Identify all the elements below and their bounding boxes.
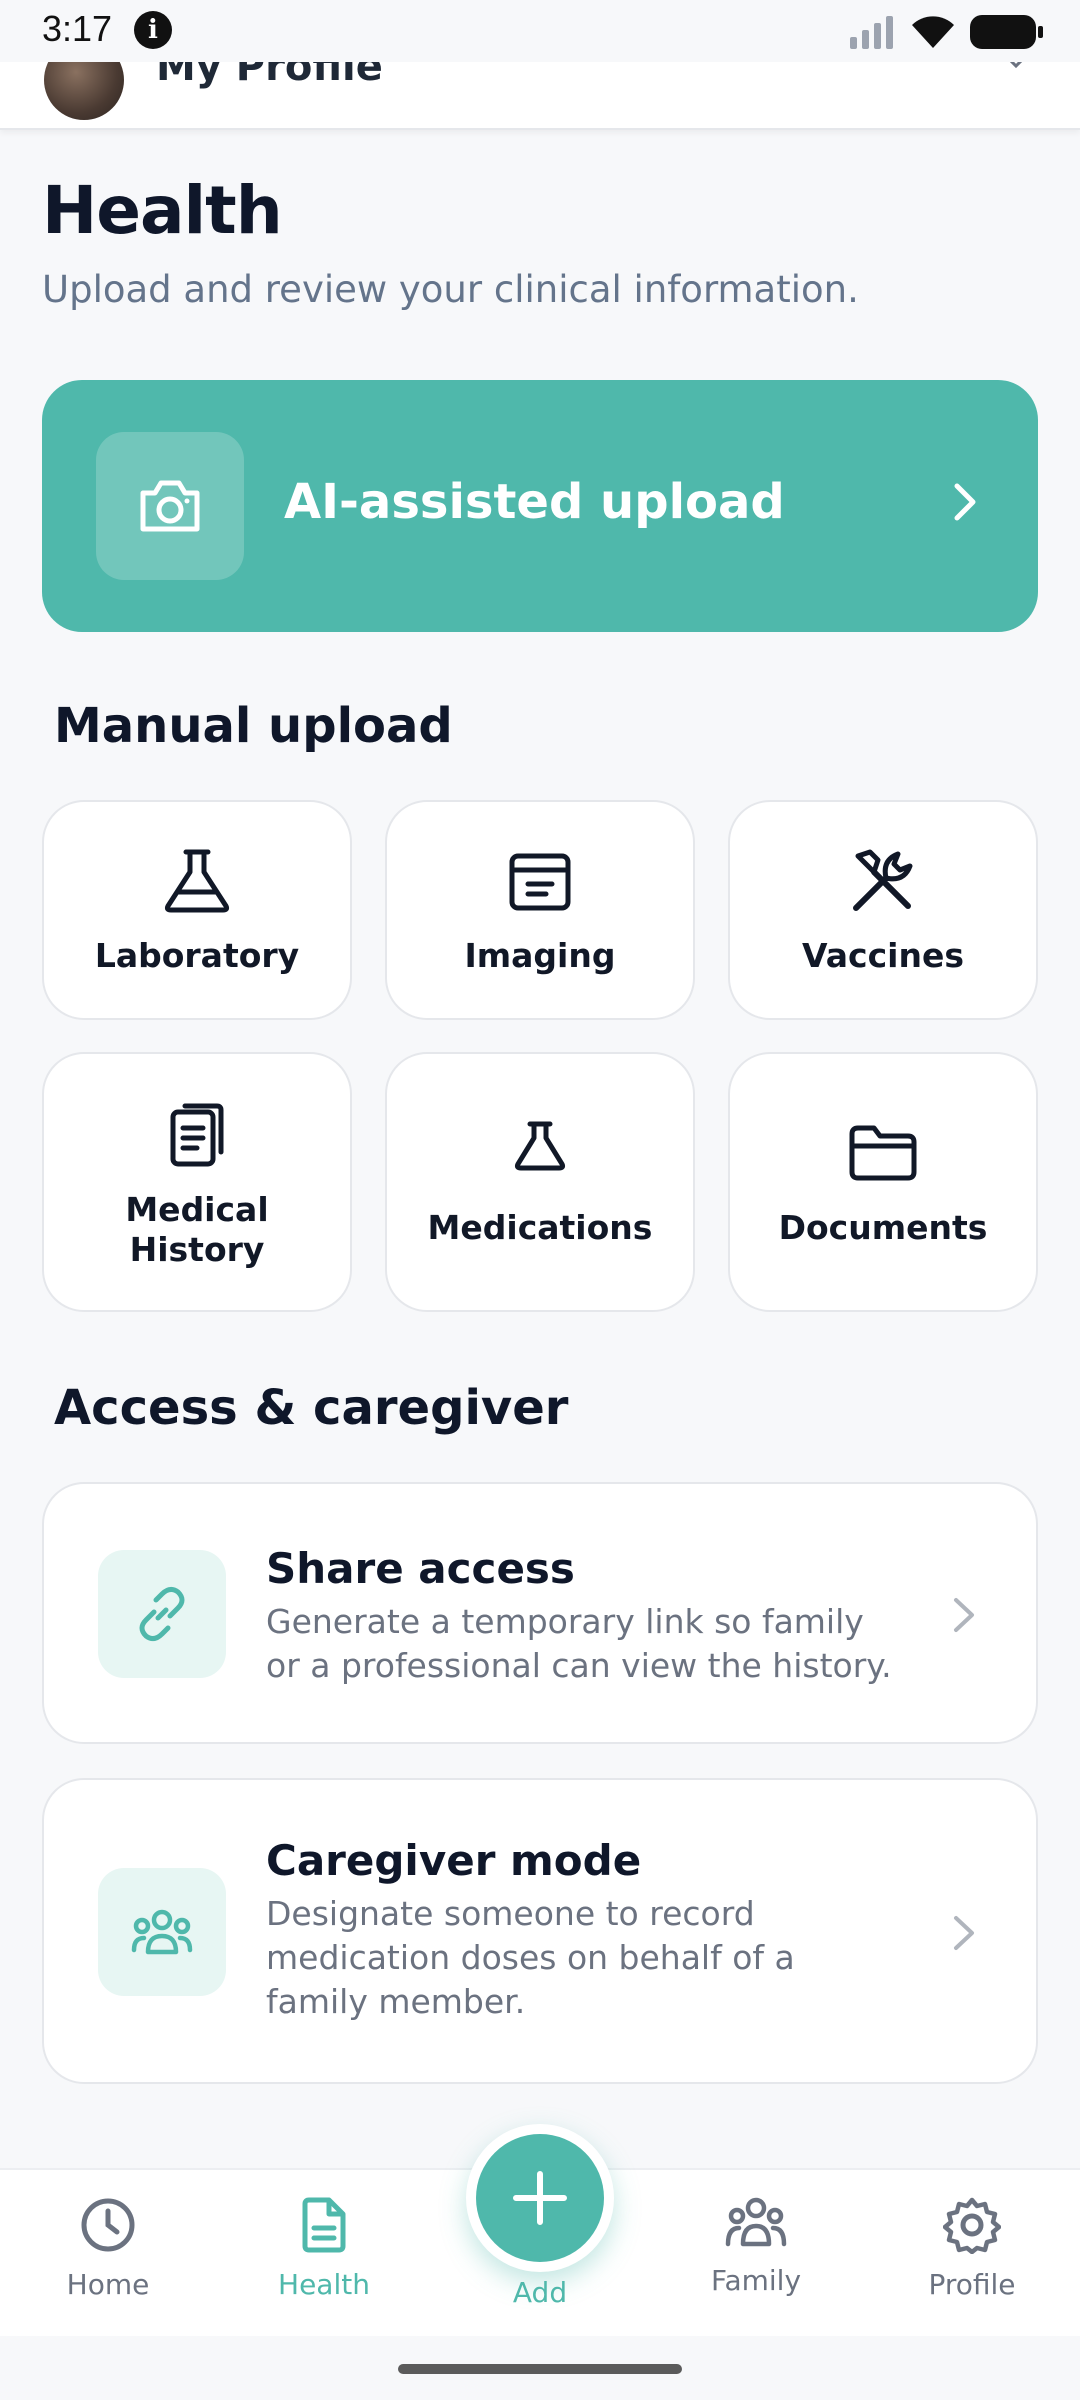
status-bar: 3:17 i [0,0,1080,62]
share-access-icon-box [98,1550,226,1678]
group-icon [131,1909,193,1955]
imaging-tile[interactable]: Imaging [385,800,695,1020]
flask-icon [164,849,230,913]
medical-history-label: Medical History [44,1190,350,1270]
nav-home[interactable]: Home [28,2196,188,2301]
add-button[interactable] [466,2124,614,2272]
nav-health-label: Health [278,2268,370,2301]
chevron-right-icon [954,483,976,521]
nav-home-label: Home [66,2268,150,2301]
nav-family-label: Family [710,2264,802,2297]
laboratory-tile[interactable]: Laboratory [42,800,352,1020]
camera-icon [140,480,200,532]
vaccines-tile[interactable]: Vaccines [728,800,1038,1020]
page-title: Health [42,172,283,249]
caregiver-mode-button[interactable]: Caregiver mode Designate someone to reco… [42,1778,1038,2084]
status-icons [848,12,1044,52]
medications-label: Medications [427,1208,653,1247]
battery-icon [970,15,1043,49]
profile-name: My Profile [156,62,383,90]
document-icon [302,2197,346,2253]
ai-upload-icon-box [96,432,244,580]
profile-header[interactable]: My Profile [0,62,1080,130]
ai-upload-button[interactable]: AI-assisted upload [42,380,1038,632]
documents-label: Documents [778,1208,988,1247]
medical-history-line2: History [129,1230,265,1269]
nav-profile[interactable]: Profile [892,2196,1052,2301]
share-access-description: Generate a temporary link so family or a… [266,1602,892,1685]
folder-icon [849,1125,917,1181]
wifi-icon [912,16,954,48]
documents-tile[interactable]: Documents [728,1052,1038,1312]
family-icon [725,2197,787,2247]
medical-history-tile[interactable]: Medical History [42,1052,352,1312]
info-icon: i [134,11,172,49]
home-gesture-bar[interactable] [398,2364,682,2374]
avatar [44,62,124,120]
nav-health[interactable]: Health [244,2196,404,2301]
caregiver-mode-description: Designate someone to record medication d… [266,1894,795,2021]
chevron-right-icon [954,1916,974,1950]
share-access-button[interactable]: Share access Generate a temporary link s… [42,1482,1038,1744]
medical-history-line1: Medical [125,1190,269,1229]
laboratory-label: Laboratory [94,936,300,975]
imaging-label: Imaging [464,936,616,975]
add-button-circle [476,2134,604,2262]
plus-icon [513,2171,567,2225]
manual-upload-title: Manual upload [54,698,453,754]
gear-icon [942,2197,1002,2255]
status-time: 3:17 [42,8,113,49]
small-flask-icon [514,1121,566,1171]
signal-icon [850,16,893,49]
access-caregiver-title: Access & caregiver [54,1380,569,1436]
nav-add-label: Add [512,2276,568,2309]
caregiver-mode-icon-box [98,1868,226,1996]
clock-icon [81,2198,135,2252]
page-subtitle: Upload and review your clinical informat… [42,268,859,311]
clipboard-icon [170,1103,224,1167]
tools-icon [853,849,913,911]
vaccines-label: Vaccines [802,936,964,975]
imaging-archive-icon [509,853,571,911]
nav-profile-label: Profile [928,2268,1016,2301]
caregiver-mode-title: Caregiver mode [266,1836,642,1885]
link-icon [139,1586,185,1642]
chevron-right-icon [954,1598,974,1632]
chevron-down-icon[interactable] [1002,62,1030,72]
nav-family[interactable]: Family [676,2196,836,2297]
share-access-title: Share access [266,1544,575,1593]
ai-upload-label: AI-assisted upload [284,474,785,530]
medications-tile[interactable]: Medications [385,1052,695,1312]
